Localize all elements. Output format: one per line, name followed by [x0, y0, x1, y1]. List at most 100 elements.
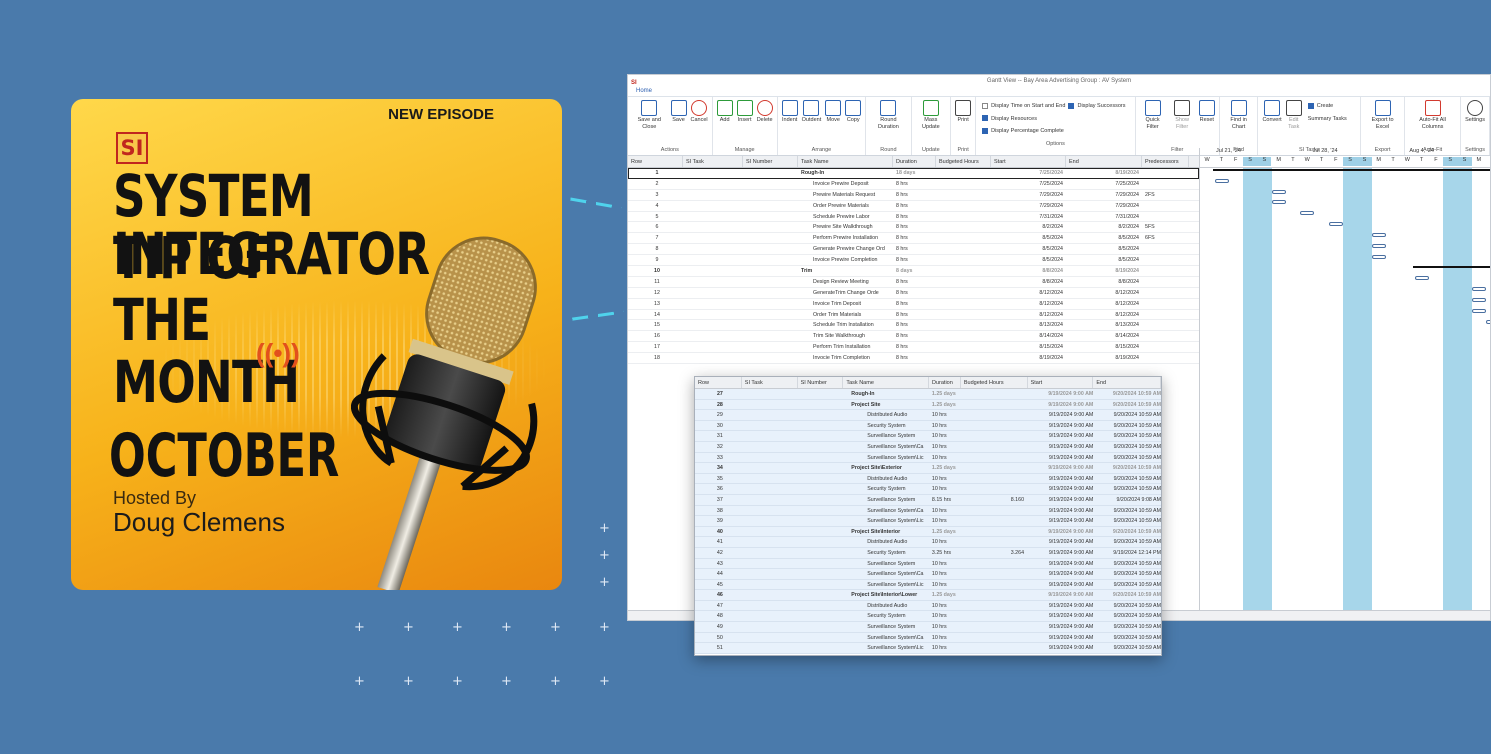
col-duration[interactable]: Duration [893, 156, 936, 167]
indent-button[interactable]: Indent [780, 97, 800, 147]
display-resources-checkbox[interactable] [982, 115, 989, 122]
table-row[interactable]: 33 Surveillance System\Lic 10 hrs 9/19/2024… [695, 452, 1161, 464]
task-bar[interactable] [1472, 287, 1486, 291]
delete-button[interactable]: Delete [755, 97, 775, 147]
table-row[interactable]: 4 Order Prewire Materials 8 hrs 7/29/2024 7/… [628, 201, 1199, 212]
table-row[interactable]: 12 GenerateTrim Change Orde 8 hrs 8/12/2024… [628, 288, 1199, 299]
tab-home[interactable]: Home [636, 88, 652, 94]
task-bar[interactable] [1372, 244, 1386, 248]
col-end[interactable]: End [1093, 377, 1161, 388]
table-row[interactable]: 9 Invoice Prewire Completion 8 hrs 8/5/2024… [628, 255, 1199, 267]
table-row[interactable]: 5 Schedule Prewire Labor 8 hrs 7/31/2024 7/3… [628, 212, 1199, 223]
save-button[interactable]: Save [669, 97, 689, 147]
mass-update-button[interactable]: Mass Update [914, 97, 949, 147]
col-task-name[interactable]: Task Name [798, 156, 893, 167]
table-row[interactable]: 45 Surveillance System\Lic 10 hrs 9/19/2024… [695, 579, 1161, 591]
table-row[interactable]: 34 Project Site\Exterior 1.25 days 9/19/202… [695, 463, 1161, 474]
table-row[interactable]: 49 Surveillance System 10 hrs 9/19/2024 9:0… [695, 622, 1161, 633]
col-row[interactable]: Row [628, 156, 683, 167]
table-row[interactable]: 32 Surveillance System\Ca 10 hrs 9/19/2024 … [695, 441, 1161, 453]
table-row[interactable]: 43 Surveillance System 10 hrs 9/19/2024 9:0… [695, 558, 1161, 570]
table-row[interactable]: 36 Security System 10 hrs 9/19/2024 9:00 AM… [695, 484, 1161, 495]
insert-button[interactable]: Insert [735, 97, 755, 147]
task-bar[interactable] [1486, 320, 1490, 324]
col-predecessors[interactable]: Predecessors [1142, 156, 1189, 167]
task-bar[interactable] [1472, 298, 1486, 302]
table-row[interactable]: 7 Perform Prewire Installation 8 hrs 8/5/20… [628, 233, 1199, 245]
table-row[interactable]: 46 Project Site\Interior\Lower 1.25 days 9/… [695, 590, 1161, 601]
table-row[interactable]: 48 Security System 10 hrs 9/19/2024 9:00 AM… [695, 611, 1161, 623]
table-row[interactable]: 11 Design Review Meeting 8 hrs 8/8/2024 8/8/… [628, 277, 1199, 288]
table-row[interactable]: 16 Trim Site Walkthrough 8 hrs 8/14/2024 8/1… [628, 331, 1199, 343]
table-row[interactable]: 51 Surveillance System\Lic 10 hrs 9/19/2024… [695, 643, 1161, 654]
table-row[interactable]: 39 Surveillance System\Lic 10 hrs 9/19/2024… [695, 516, 1161, 527]
task-bar[interactable] [1272, 190, 1286, 194]
find-in-chart-button[interactable]: Find in Chart [1222, 97, 1256, 147]
task-bar[interactable] [1415, 276, 1429, 280]
task-bar[interactable] [1300, 211, 1314, 215]
task-bar[interactable] [1372, 255, 1386, 259]
add-button[interactable]: Add [715, 97, 735, 147]
col-duration[interactable]: Duration [929, 377, 961, 388]
task-bar[interactable] [1372, 233, 1386, 237]
create-summary-checkbox[interactable] [1307, 102, 1314, 109]
copy-button[interactable]: Copy [843, 97, 863, 147]
show-filter-button[interactable]: Show Filter [1167, 97, 1196, 147]
settings-button[interactable]: Settings [1463, 97, 1487, 147]
export-excel-button[interactable]: Export to Excel [1363, 97, 1402, 147]
col-budgeted-hours[interactable]: Budgeted Hours [961, 377, 1028, 388]
table-row[interactable]: 1 Rough-In 18 days 7/25/2024 8/19/2024 [628, 168, 1199, 179]
table-row[interactable]: 2 Invoice Prewire Deposit 8 hrs 7/25/2024 7/… [628, 179, 1199, 190]
table-row[interactable]: 30 Security System 10 hrs 9/19/2024 9:00 AM… [695, 420, 1161, 432]
task-bar[interactable] [1472, 309, 1486, 313]
table-row[interactable]: 6 Prewire Site Walkthrough 8 hrs 8/2/2024 8/… [628, 222, 1199, 234]
table-row[interactable]: 50 Surveillance System\Ca 10 hrs 9/19/2024 … [695, 632, 1161, 644]
table-row[interactable]: 37 Surveillance System 8.15 hrs 8.160 9/19/2… [695, 494, 1161, 506]
table-row[interactable]: 35 Distributed Audio 10 hrs 9/19/2024 9:00 … [695, 473, 1161, 485]
table-row[interactable]: 17 Perform Trim Installation 8 hrs 8/15/202… [628, 342, 1199, 354]
col-si-task[interactable]: SI Task [742, 377, 798, 388]
col-task-name[interactable]: Task Name [843, 377, 929, 388]
table-row[interactable]: 38 Surveillance System\Ca 10 hrs 9/19/2024 … [695, 505, 1161, 517]
print-button[interactable]: Print [953, 97, 973, 147]
auto-fit-button[interactable]: Auto-Fit All Columns [1407, 97, 1458, 147]
display-time-checkbox[interactable] [982, 102, 989, 109]
display-percentage-checkbox[interactable] [982, 127, 989, 134]
table-row[interactable]: 27 Rough-In 1.25 days 9/19/2024 9:00 AM 9/20… [695, 389, 1161, 400]
display-successors-checkbox[interactable] [1068, 102, 1075, 109]
table-row[interactable]: 13 Invoice Trim Deposit 8 hrs 8/12/2024 8/12… [628, 299, 1199, 310]
col-budgeted-hours[interactable]: Budgeted Hours [936, 156, 991, 167]
task-bar[interactable] [1272, 200, 1286, 204]
task-bar[interactable] [1215, 179, 1229, 183]
table-row[interactable]: 29 Distributed Audio 10 hrs 9/19/2024 9:00 … [695, 410, 1161, 421]
col-start[interactable]: Start [1028, 377, 1094, 388]
table-row[interactable]: 14 Order Trim Materials 8 hrs 8/12/2024 8/12… [628, 310, 1199, 321]
move-button[interactable]: Move [823, 97, 843, 147]
col-si-number[interactable]: SI Number [798, 377, 844, 388]
round-duration-button[interactable]: Round Duration [868, 97, 908, 147]
table-row[interactable]: 44 Surveillance System\Ca 10 hrs 9/19/2024 … [695, 569, 1161, 580]
save-and-close-button[interactable]: Save and Close [630, 97, 669, 147]
col-end[interactable]: End [1066, 156, 1142, 167]
convert-button[interactable]: Convert [1260, 97, 1283, 147]
outdent-button[interactable]: Outdent [800, 97, 824, 147]
quick-filter-button[interactable]: Quick Filter [1138, 97, 1168, 147]
cancel-button[interactable]: Cancel [689, 97, 710, 147]
task-bar[interactable] [1329, 222, 1343, 226]
table-row[interactable]: 41 Distributed Audio 10 hrs 9/19/2024 9:00 … [695, 537, 1161, 548]
table-row[interactable]: 8 Generate Prewire Change Ord 8 hrs 8/5/202… [628, 244, 1199, 256]
col-start[interactable]: Start [991, 156, 1066, 167]
summary-bar[interactable] [1213, 169, 1490, 171]
summary-bar[interactable] [1413, 266, 1490, 268]
table-row[interactable]: 31 Surveillance System 10 hrs 9/19/2024 9:0… [695, 431, 1161, 442]
col-si-number[interactable]: SI Number [743, 156, 798, 167]
col-row[interactable]: Row [695, 377, 742, 388]
table-row[interactable]: 42 Security System 3.25 hrs 3.264 9/19/2024 … [695, 547, 1161, 559]
table-row[interactable]: 10 Trim 8 days 8/8/2024 8/19/2024 [628, 266, 1199, 277]
edit-task-button[interactable]: Edit Task [1284, 97, 1304, 147]
table-row[interactable]: 47 Distributed Audio 10 hrs 9/19/2024 9:00 … [695, 600, 1161, 612]
table-row[interactable]: 15 Schedule Trim Installation 8 hrs 8/13/20… [628, 320, 1199, 332]
table-row[interactable]: 3 Prewire Materials Request 8 hrs 7/29/2024… [628, 190, 1199, 201]
table-row[interactable]: 40 Project Site\Interior 1.25 days 9/19/202… [695, 526, 1161, 538]
col-si-task[interactable]: SI Task [683, 156, 743, 167]
